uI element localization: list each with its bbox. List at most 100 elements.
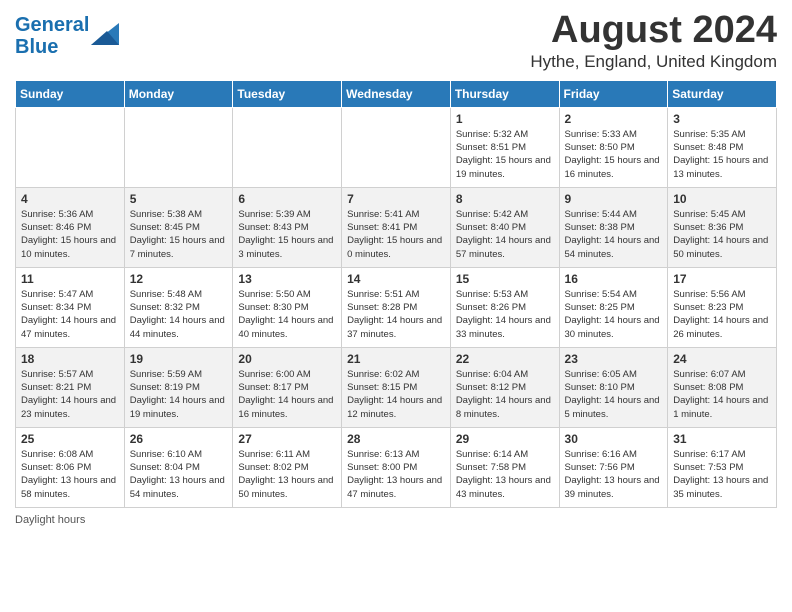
- day-info: Sunrise: 6:02 AM Sunset: 8:15 PM Dayligh…: [347, 368, 445, 421]
- calendar-cell: [233, 107, 342, 187]
- day-info: Sunrise: 5:47 AM Sunset: 8:34 PM Dayligh…: [21, 288, 119, 341]
- calendar-cell: 10 Sunrise: 5:45 AM Sunset: 8:36 PM Dayli…: [668, 187, 777, 267]
- day-info: Sunrise: 6:04 AM Sunset: 8:12 PM Dayligh…: [456, 368, 554, 421]
- day-number: 26: [130, 432, 228, 446]
- day-info: Sunrise: 6:16 AM Sunset: 7:56 PM Dayligh…: [565, 448, 663, 501]
- day-number: 14: [347, 272, 445, 286]
- day-info: Sunrise: 5:54 AM Sunset: 8:25 PM Dayligh…: [565, 288, 663, 341]
- calendar-cell: 22Sunrise: 6:04 AM Sunset: 8:12 PM Dayli…: [450, 347, 559, 427]
- calendar-cell: 7 Sunrise: 5:41 AM Sunset: 8:41 PM Daylig…: [342, 187, 451, 267]
- calendar-cell: 31Sunrise: 6:17 AM Sunset: 7:53 PM Dayli…: [668, 427, 777, 507]
- calendar-cell: [124, 107, 233, 187]
- calendar-cell: 2 Sunrise: 5:33 AM Sunset: 8:50 PM Daylig…: [559, 107, 668, 187]
- day-info: Sunrise: 5:44 AM Sunset: 8:38 PM Dayligh…: [565, 208, 663, 261]
- day-info: Sunrise: 6:05 AM Sunset: 8:10 PM Dayligh…: [565, 368, 663, 421]
- day-number: 28: [347, 432, 445, 446]
- calendar-cell: 23 Sunrise: 6:05 AM Sunset: 8:10 PM Dayli…: [559, 347, 668, 427]
- week-row-4: 18 Sunrise: 5:57 AM Sunset: 8:21 PM Dayli…: [16, 347, 777, 427]
- day-number: 31: [673, 432, 771, 446]
- day-number: 13: [238, 272, 336, 286]
- day-number: 25: [21, 432, 119, 446]
- day-info: Sunrise: 6:11 AM Sunset: 8:02 PM Dayligh…: [238, 448, 336, 501]
- day-number: 30: [565, 432, 663, 446]
- day-info: Sunrise: 5:38 AM Sunset: 8:45 PM Dayligh…: [130, 208, 228, 261]
- day-info: Sunrise: 5:57 AM Sunset: 8:21 PM Dayligh…: [21, 368, 119, 421]
- calendar-cell: 14 Sunrise: 5:51 AM Sunset: 8:28 PM Dayli…: [342, 267, 451, 347]
- day-info: Sunrise: 5:59 AM Sunset: 8:19 PM Dayligh…: [130, 368, 228, 421]
- calendar-cell: 3 Sunrise: 5:35 AM Sunset: 8:48 PM Daylig…: [668, 107, 777, 187]
- calendar-header-row: SundayMondayTuesdayWednesdayThursdayFrid…: [16, 80, 777, 107]
- calendar-cell: 4Sunrise: 5:36 AM Sunset: 8:46 PM Daylig…: [16, 187, 125, 267]
- calendar-cell: 8 Sunrise: 5:42 AM Sunset: 8:40 PM Daylig…: [450, 187, 559, 267]
- week-row-1: 1 Sunrise: 5:32 AM Sunset: 8:51 PM Daylig…: [16, 107, 777, 187]
- day-info: Sunrise: 6:13 AM Sunset: 8:00 PM Dayligh…: [347, 448, 445, 501]
- day-number: 2: [565, 112, 663, 126]
- day-info: Sunrise: 5:56 AM Sunset: 8:23 PM Dayligh…: [673, 288, 771, 341]
- subtitle: Hythe, England, United Kingdom: [530, 52, 777, 72]
- day-number: 1: [456, 112, 554, 126]
- day-number: 11: [21, 272, 119, 286]
- day-info: Sunrise: 6:10 AM Sunset: 8:04 PM Dayligh…: [130, 448, 228, 501]
- day-info: Sunrise: 5:41 AM Sunset: 8:41 PM Dayligh…: [347, 208, 445, 261]
- calendar-cell: 25 Sunrise: 6:08 AM Sunset: 8:06 PM Dayli…: [16, 427, 125, 507]
- day-number: 3: [673, 112, 771, 126]
- calendar-cell: 19Sunrise: 5:59 AM Sunset: 8:19 PM Dayli…: [124, 347, 233, 427]
- day-info: Sunrise: 6:14 AM Sunset: 7:58 PM Dayligh…: [456, 448, 554, 501]
- day-info: Sunrise: 5:36 AM Sunset: 8:46 PM Dayligh…: [21, 208, 119, 261]
- day-info: Sunrise: 5:45 AM Sunset: 8:36 PM Dayligh…: [673, 208, 771, 261]
- day-number: 24: [673, 352, 771, 366]
- calendar-cell: 21Sunrise: 6:02 AM Sunset: 8:15 PM Dayli…: [342, 347, 451, 427]
- calendar-cell: 27 Sunrise: 6:11 AM Sunset: 8:02 PM Dayli…: [233, 427, 342, 507]
- calendar-cell: 6 Sunrise: 5:39 AM Sunset: 8:43 PM Daylig…: [233, 187, 342, 267]
- col-header-tuesday: Tuesday: [233, 80, 342, 107]
- week-row-3: 11 Sunrise: 5:47 AM Sunset: 8:34 PM Dayli…: [16, 267, 777, 347]
- day-number: 6: [238, 192, 336, 206]
- day-number: 15: [456, 272, 554, 286]
- calendar-cell: 12 Sunrise: 5:48 AM Sunset: 8:32 PM Dayli…: [124, 267, 233, 347]
- calendar-cell: 30 Sunrise: 6:16 AM Sunset: 7:56 PM Dayli…: [559, 427, 668, 507]
- day-info: Sunrise: 5:39 AM Sunset: 8:43 PM Dayligh…: [238, 208, 336, 261]
- calendar-cell: 1 Sunrise: 5:32 AM Sunset: 8:51 PM Daylig…: [450, 107, 559, 187]
- day-number: 8: [456, 192, 554, 206]
- day-info: Sunrise: 6:00 AM Sunset: 8:17 PM Dayligh…: [238, 368, 336, 421]
- day-number: 7: [347, 192, 445, 206]
- calendar-cell: [342, 107, 451, 187]
- col-header-monday: Monday: [124, 80, 233, 107]
- week-row-5: 25 Sunrise: 6:08 AM Sunset: 8:06 PM Dayli…: [16, 427, 777, 507]
- day-number: 12: [130, 272, 228, 286]
- calendar-cell: 20 Sunrise: 6:00 AM Sunset: 8:17 PM Dayli…: [233, 347, 342, 427]
- header: GeneralBlue August 2024 Hythe, England, …: [15, 10, 777, 72]
- day-number: 17: [673, 272, 771, 286]
- logo-text: GeneralBlue: [15, 14, 89, 58]
- col-header-saturday: Saturday: [668, 80, 777, 107]
- day-number: 10: [673, 192, 771, 206]
- day-info: Sunrise: 5:42 AM Sunset: 8:40 PM Dayligh…: [456, 208, 554, 261]
- calendar-cell: 13Sunrise: 5:50 AM Sunset: 8:30 PM Dayli…: [233, 267, 342, 347]
- day-info: Sunrise: 5:48 AM Sunset: 8:32 PM Dayligh…: [130, 288, 228, 341]
- day-info: Sunrise: 5:51 AM Sunset: 8:28 PM Dayligh…: [347, 288, 445, 341]
- calendar-cell: 16 Sunrise: 5:54 AM Sunset: 8:25 PM Dayli…: [559, 267, 668, 347]
- calendar-cell: 28 Sunrise: 6:13 AM Sunset: 8:00 PM Dayli…: [342, 427, 451, 507]
- calendar-cell: 5 Sunrise: 5:38 AM Sunset: 8:45 PM Daylig…: [124, 187, 233, 267]
- day-number: 16: [565, 272, 663, 286]
- logo: GeneralBlue: [15, 14, 119, 58]
- day-number: 23: [565, 352, 663, 366]
- calendar-cell: 26 Sunrise: 6:10 AM Sunset: 8:04 PM Dayli…: [124, 427, 233, 507]
- day-number: 5: [130, 192, 228, 206]
- day-number: 18: [21, 352, 119, 366]
- day-info: Sunrise: 6:08 AM Sunset: 8:06 PM Dayligh…: [21, 448, 119, 501]
- footer: Daylight hours: [15, 514, 777, 526]
- calendar-cell: 18 Sunrise: 5:57 AM Sunset: 8:21 PM Dayli…: [16, 347, 125, 427]
- calendar-cell: 15 Sunrise: 5:53 AM Sunset: 8:26 PM Dayli…: [450, 267, 559, 347]
- col-header-sunday: Sunday: [16, 80, 125, 107]
- week-row-2: 4Sunrise: 5:36 AM Sunset: 8:46 PM Daylig…: [16, 187, 777, 267]
- day-number: 20: [238, 352, 336, 366]
- day-info: Sunrise: 5:33 AM Sunset: 8:50 PM Dayligh…: [565, 128, 663, 181]
- calendar-cell: 24Sunrise: 6:07 AM Sunset: 8:08 PM Dayli…: [668, 347, 777, 427]
- day-info: Sunrise: 5:32 AM Sunset: 8:51 PM Dayligh…: [456, 128, 554, 181]
- title-area: August 2024 Hythe, England, United Kingd…: [530, 10, 777, 72]
- day-number: 27: [238, 432, 336, 446]
- main-title: August 2024: [530, 10, 777, 52]
- day-info: Sunrise: 5:35 AM Sunset: 8:48 PM Dayligh…: [673, 128, 771, 181]
- day-info: Sunrise: 5:53 AM Sunset: 8:26 PM Dayligh…: [456, 288, 554, 341]
